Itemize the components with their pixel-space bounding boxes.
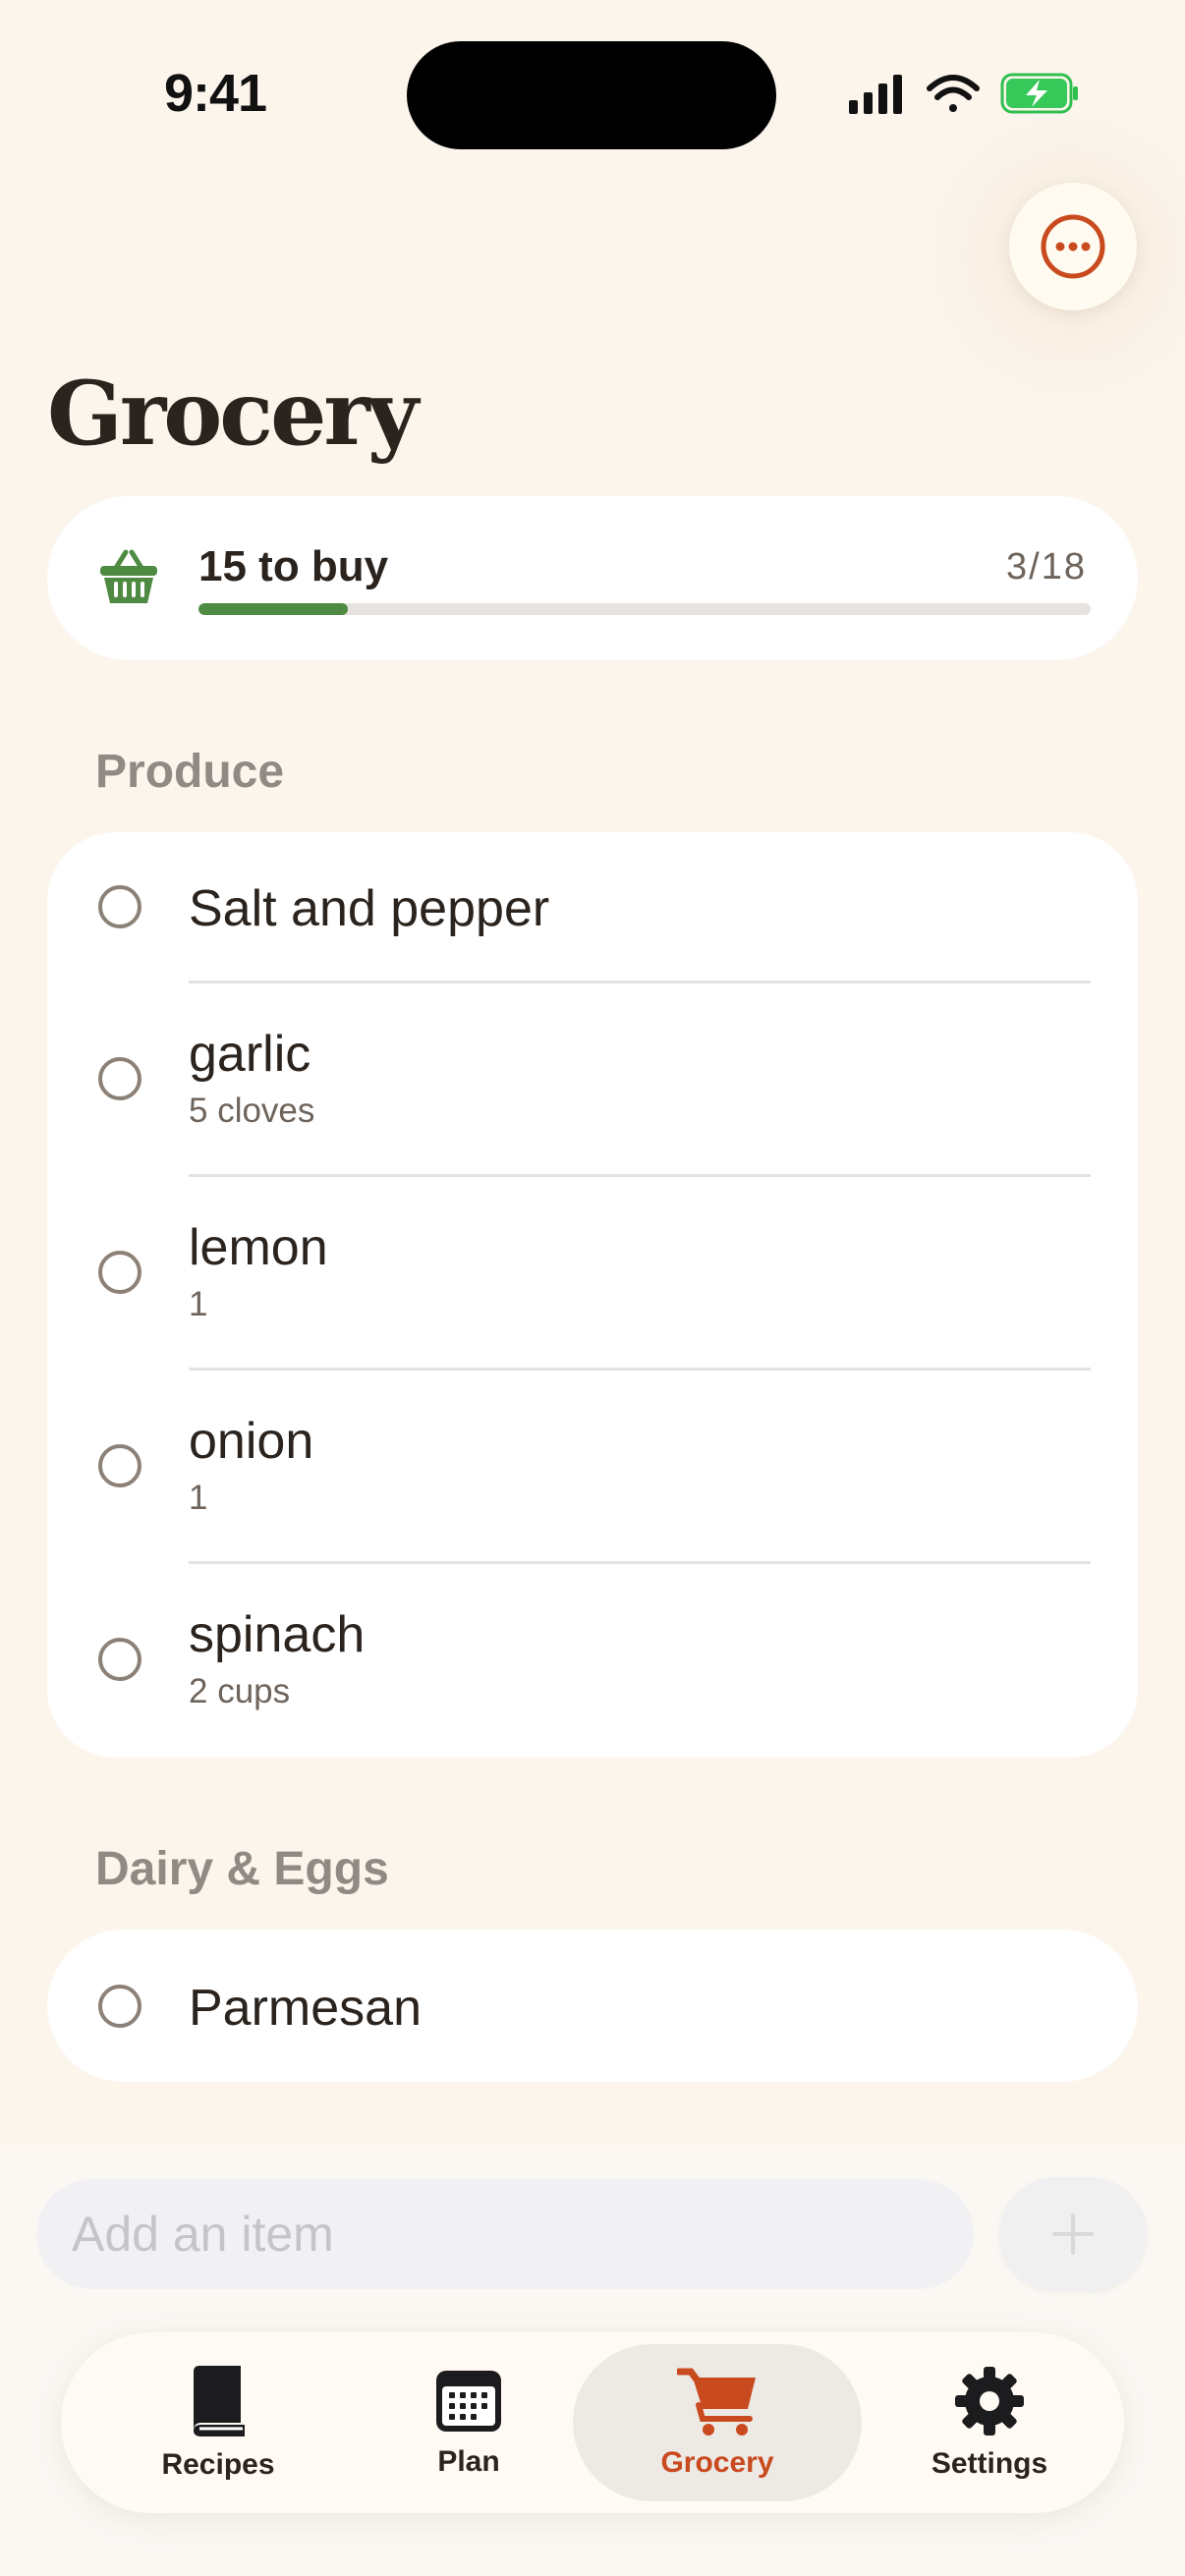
calendar-icon bbox=[436, 2371, 501, 2432]
progress-bar-fill bbox=[198, 603, 348, 615]
progress-count: 3/18 bbox=[1006, 546, 1087, 588]
produce-list: Salt and pepper garlic 5 cloves lemon 1 … bbox=[47, 832, 1138, 1758]
item-quantity: 1 bbox=[189, 1479, 208, 1517]
book-icon bbox=[194, 2366, 245, 2436]
page-title: Grocery bbox=[47, 362, 419, 466]
item-checkbox[interactable] bbox=[98, 1985, 141, 2028]
list-item[interactable]: Salt and pepper bbox=[47, 832, 1138, 983]
list-item[interactable]: Parmesan bbox=[47, 1930, 1138, 2082]
cart-icon bbox=[677, 2368, 756, 2436]
item-checkbox[interactable] bbox=[98, 1057, 141, 1100]
item-name: garlic bbox=[189, 1026, 311, 1083]
items-to-buy-label: 15 to buy bbox=[198, 542, 389, 590]
item-name: lemon bbox=[189, 1219, 328, 1276]
item-checkbox[interactable] bbox=[98, 885, 141, 928]
status-time: 9:41 bbox=[164, 64, 267, 123]
item-name: spinach bbox=[189, 1606, 366, 1663]
dynamic-island bbox=[407, 41, 776, 149]
item-name: Parmesan bbox=[189, 1980, 422, 2037]
section-title-produce: Produce bbox=[95, 746, 285, 798]
more-button[interactable] bbox=[1009, 183, 1137, 310]
tab-grocery[interactable]: Grocery bbox=[573, 2344, 862, 2501]
item-quantity: 5 cloves bbox=[189, 1092, 315, 1130]
add-item-button[interactable] bbox=[999, 2177, 1147, 2291]
item-quantity: 1 bbox=[189, 1285, 208, 1323]
list-item[interactable]: spinach 2 cups bbox=[47, 1564, 1138, 1758]
progress-bar bbox=[198, 603, 1091, 615]
item-checkbox[interactable] bbox=[98, 1638, 141, 1681]
item-checkbox[interactable] bbox=[98, 1251, 141, 1294]
dairy-eggs-list: Parmesan bbox=[47, 1930, 1138, 2082]
tab-plan[interactable]: Plan bbox=[356, 2344, 582, 2501]
list-item[interactable]: garlic 5 cloves bbox=[47, 983, 1138, 1177]
signal-icon bbox=[849, 75, 902, 114]
list-item[interactable]: lemon 1 bbox=[47, 1177, 1138, 1371]
wifi-icon bbox=[927, 75, 980, 112]
tab-bar: Recipes Plan Grocery Settings bbox=[61, 2332, 1124, 2513]
basket-icon bbox=[100, 549, 157, 603]
add-item-input[interactable] bbox=[36, 2179, 974, 2289]
battery-icon bbox=[1000, 73, 1078, 114]
ellipsis-icon bbox=[1041, 214, 1105, 279]
plus-icon bbox=[1052, 2213, 1094, 2255]
tab-settings[interactable]: Settings bbox=[881, 2344, 1098, 2501]
item-name: onion bbox=[189, 1413, 314, 1470]
tab-label: Settings bbox=[931, 2447, 1048, 2480]
tab-recipes[interactable]: Recipes bbox=[100, 2344, 336, 2501]
tab-label: Plan bbox=[437, 2445, 500, 2478]
tab-label: Grocery bbox=[660, 2446, 774, 2479]
tab-label: Recipes bbox=[161, 2448, 275, 2481]
section-title-dairy-eggs: Dairy & Eggs bbox=[95, 1843, 389, 1895]
gear-icon bbox=[955, 2367, 1024, 2436]
item-name: Salt and pepper bbox=[189, 880, 550, 937]
item-checkbox[interactable] bbox=[98, 1444, 141, 1487]
item-quantity: 2 cups bbox=[189, 1672, 291, 1710]
list-item[interactable]: onion 1 bbox=[47, 1371, 1138, 1564]
